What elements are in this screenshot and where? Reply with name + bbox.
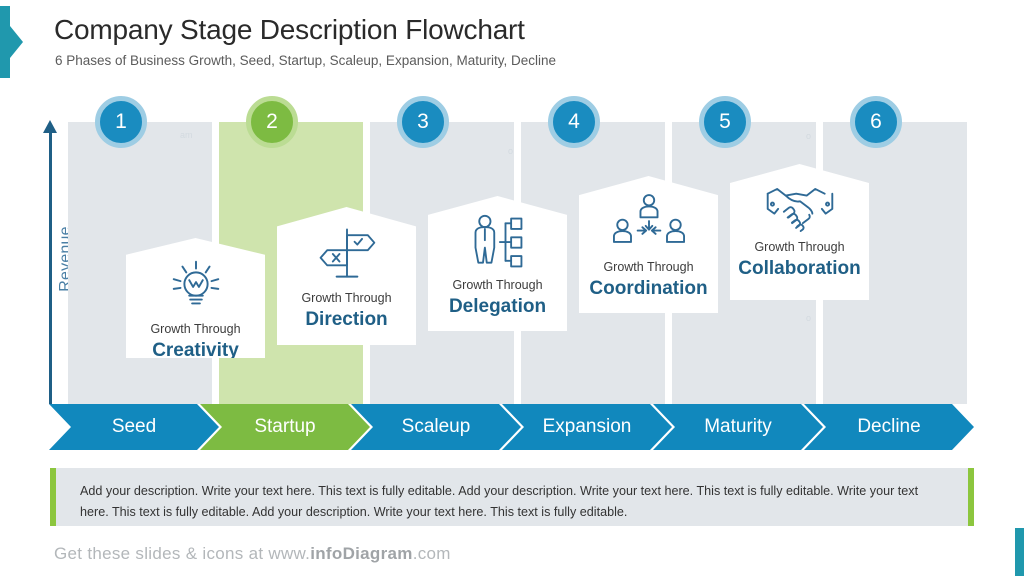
stage-card-title: Coordination: [589, 278, 708, 299]
stage-card-title: Delegation: [448, 296, 547, 317]
org-chart-person-icon: [468, 212, 528, 272]
stage-ribbon-item[interactable]: Seed: [49, 404, 219, 450]
stage-ribbon-item[interactable]: Scaleup: [351, 404, 521, 450]
three-people-converging-icon: [612, 192, 685, 254]
stage-number-badge[interactable]: 5: [699, 96, 751, 148]
stage-card-subtitle: Growth Through: [754, 240, 845, 254]
description-accent-left: [50, 468, 56, 526]
stage-ribbon-item[interactable]: Decline: [804, 404, 974, 450]
stage-card[interactable]: Growth Through Creativity: [126, 238, 265, 358]
stage-ribbon-item[interactable]: Expansion: [502, 404, 672, 450]
footer-suffix: .com: [412, 544, 451, 563]
stage-card-subtitle: Growth Through: [301, 291, 392, 305]
signpost-icon: [314, 223, 380, 285]
stage-card-subtitle: Growth Through: [150, 322, 241, 336]
y-axis-line: [49, 130, 52, 404]
stage-ribbon-item[interactable]: Startup: [200, 404, 370, 450]
description-text[interactable]: Add your description. Write your text he…: [80, 481, 935, 523]
stage-number-badge[interactable]: 6: [850, 96, 902, 148]
slide-canvas: Company Stage Description Flowchart 6 Ph…: [0, 0, 1024, 576]
stage-number-badge[interactable]: 3: [397, 96, 449, 148]
footer-brand: infoDiagram: [310, 544, 413, 563]
stage-card[interactable]: Growth Through Delegation: [428, 196, 567, 331]
stage-card[interactable]: Growth Through Coordination: [579, 176, 718, 313]
footer-credit: Get these slides & icons at www.infoDiag…: [54, 544, 451, 564]
lightbulb-icon: [165, 254, 227, 316]
stage-card-subtitle: Growth Through: [603, 260, 694, 274]
stage-ribbon-item[interactable]: Maturity: [653, 404, 823, 450]
stage-card-title: Direction: [305, 309, 388, 330]
stage-card[interactable]: Growth Through Collaboration: [730, 164, 869, 300]
stage-number-badge[interactable]: 4: [548, 96, 600, 148]
description-accent-right: [968, 468, 974, 526]
footer-prefix: Get these slides & icons at www.: [54, 544, 311, 563]
stage-card-subtitle: Growth Through: [452, 278, 543, 292]
stage-number-badge[interactable]: 1: [95, 96, 147, 148]
stage-number-badge[interactable]: 2: [246, 96, 298, 148]
handshake-icon: [762, 180, 838, 234]
stage-card-title: Collaboration: [738, 258, 861, 279]
stage-card[interactable]: Growth Through Direction: [277, 207, 416, 345]
